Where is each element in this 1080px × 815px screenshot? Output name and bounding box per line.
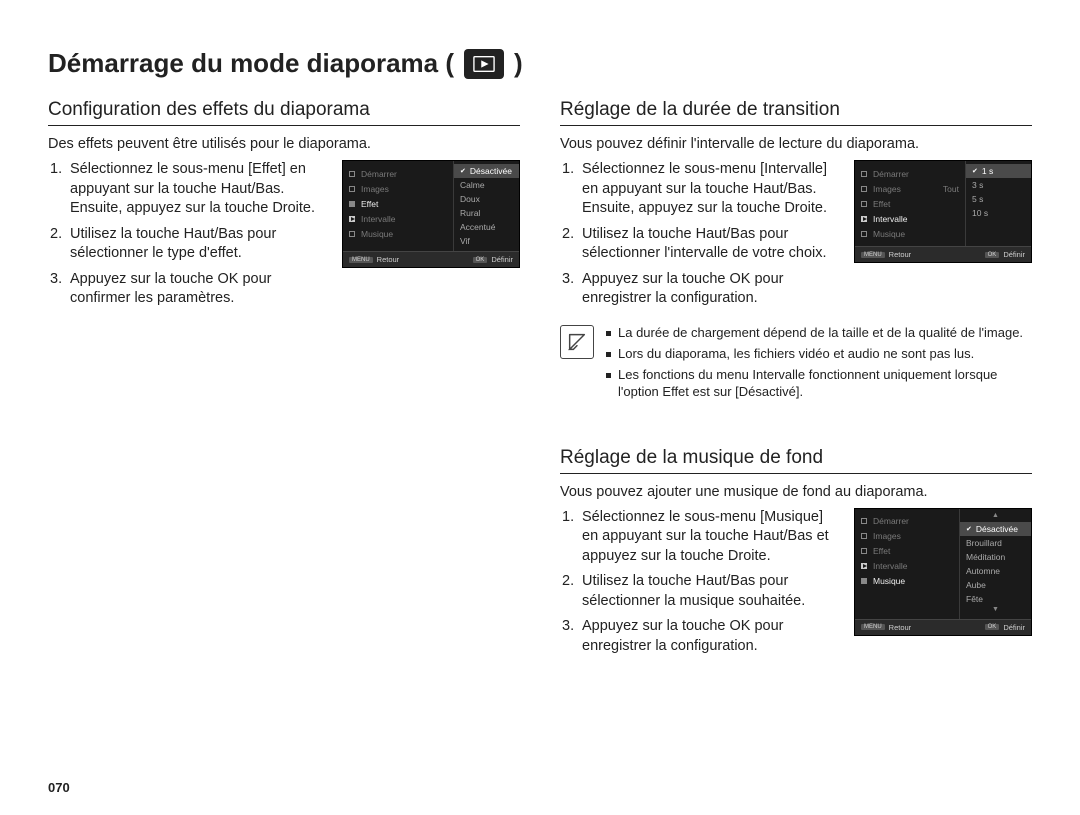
section-heading-effects: Configuration des effets du diaporama [48, 99, 520, 126]
steps-effects: Sélectionnez le sous-menu [Effet] en app… [48, 160, 328, 309]
page-number: 070 [48, 780, 70, 795]
menu-option: 5 s [966, 192, 1031, 206]
camera-menu-music: Démarrer Images Effet Intervalle Musique… [854, 508, 1032, 636]
step: Utilisez la touche Haut/Bas pour sélecti… [48, 225, 328, 264]
scroll-up-icon: ▲ [960, 512, 1031, 522]
steps-music: Sélectionnez le sous-menu [Musique] en a… [560, 508, 840, 657]
note-item: Les fonctions du menu Intervalle fonctio… [606, 367, 1032, 401]
menu-option: Brouillard [960, 536, 1031, 550]
menu-option: Vif [454, 234, 519, 248]
menu-option: Méditation [960, 550, 1031, 564]
step: Sélectionnez le sous-menu [Musique] en a… [560, 508, 840, 567]
menu-option: Aube [960, 578, 1031, 592]
step: Sélectionnez le sous-menu [Intervalle] e… [560, 160, 840, 219]
title-text: Démarrage du mode diaporama ( [48, 48, 454, 79]
intro-effects: Des effets peuvent être utilisés pour le… [48, 136, 520, 152]
right-column: Réglage de la durée de transition Vous p… [560, 99, 1032, 662]
steps-transition: Sélectionnez le sous-menu [Intervalle] e… [560, 160, 840, 309]
info-note: La durée de chargement dépend de la tail… [560, 325, 1032, 405]
menu-option: Désactivée [960, 522, 1031, 536]
menu-option: 1 s [966, 164, 1031, 178]
step: Appuyez sur la touche OK pour enregistre… [560, 270, 840, 309]
scroll-down-icon: ▼ [960, 606, 1031, 616]
menu-option: Doux [454, 192, 519, 206]
menu-option: Désactivée [454, 164, 519, 178]
menu-option: 3 s [966, 178, 1031, 192]
note-icon [560, 325, 594, 359]
menu-option: Accentué [454, 220, 519, 234]
section-heading-transition: Réglage de la durée de transition [560, 99, 1032, 126]
step: Appuyez sur la touche OK pour confirmer … [48, 270, 328, 309]
camera-menu-effects: Démarrer Images Effet Intervalle Musique… [342, 160, 520, 268]
intro-transition: Vous pouvez définir l'intervalle de lect… [560, 136, 1032, 152]
camera-menu-interval: Démarrer ImagesTout Effet Intervalle Mus… [854, 160, 1032, 263]
title-trail: ) [514, 48, 523, 79]
intro-music: Vous pouvez ajouter une musique de fond … [560, 484, 1032, 500]
note-item: La durée de chargement dépend de la tail… [606, 325, 1032, 342]
menu-option: Calme [454, 178, 519, 192]
note-item: Lors du diaporama, les fichiers vidéo et… [606, 346, 1032, 363]
step: Sélectionnez le sous-menu [Effet] en app… [48, 160, 328, 219]
slideshow-mode-icon [464, 49, 504, 79]
menu-option: Automne [960, 564, 1031, 578]
step: Utilisez la touche Haut/Bas pour sélecti… [560, 225, 840, 264]
menu-option: Fête [960, 592, 1031, 606]
step: Appuyez sur la touche OK pour enregistre… [560, 617, 840, 656]
menu-option: Rural [454, 206, 519, 220]
step: Utilisez la touche Haut/Bas pour sélecti… [560, 572, 840, 611]
section-heading-music: Réglage de la musique de fond [560, 447, 1032, 474]
page-title: Démarrage du mode diaporama ( ) [48, 48, 1032, 79]
menu-option: 10 s [966, 206, 1031, 220]
left-column: Configuration des effets du diaporama De… [48, 99, 520, 662]
